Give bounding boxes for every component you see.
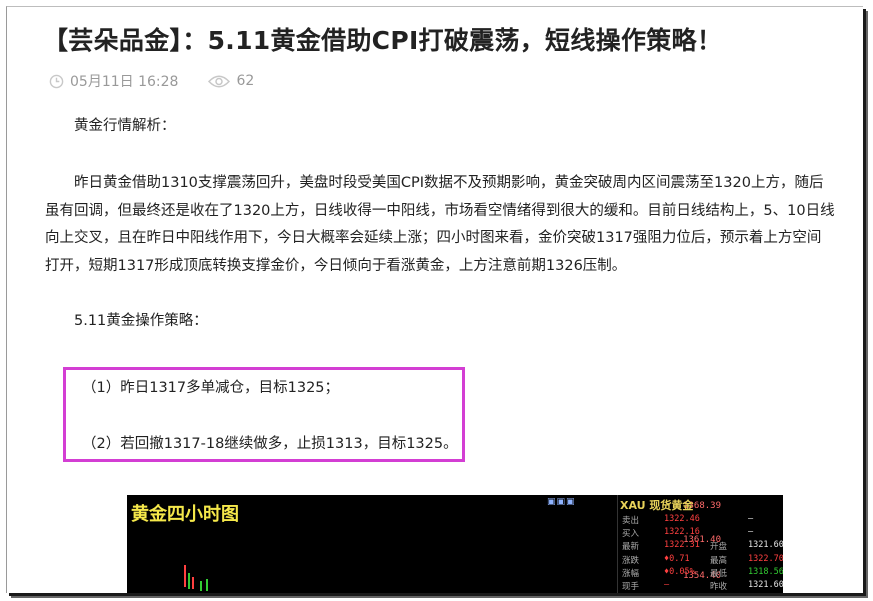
strategy-item-2: （2）若回撤1317-18继续做多，止损1313，目标1325。 <box>82 436 458 452</box>
quote-row-extra-value: 1318.56 <box>748 566 783 577</box>
candle <box>188 573 190 589</box>
quote-row-label: 涨跌 <box>622 555 640 566</box>
quote-row-value: ♦0.05% <box>664 566 695 577</box>
quote-row-value: 1322.46 <box>664 514 700 524</box>
quote-row-extra-label: 昨收 <box>710 582 728 592</box>
publish-date: 05月11日 16:28 <box>70 74 179 90</box>
article-title: 【芸朵品金】：5.11黄金借助CPI打破震荡，短线操作策略！ <box>43 26 723 55</box>
quote-row-extra-value: 1322.70 <box>748 553 783 564</box>
strategy-heading: 5.11黄金操作策略： <box>74 313 208 329</box>
quote-row-label: 最新 <box>622 542 640 553</box>
quote-row-value: 1322.31 <box>664 540 700 551</box>
clock-icon <box>49 74 64 88</box>
chart-title: 黄金四小时图 <box>131 504 239 525</box>
quote-row-extra-value: – <box>748 527 754 538</box>
quote-row-extra-label: 最高 <box>710 555 728 566</box>
quote-row-label: 现手 <box>622 582 640 592</box>
view-count: 62 <box>236 73 255 89</box>
article-frame: 【芸朵品金】：5.11黄金借助CPI打破震荡，短线操作策略！ 05月11日 16… <box>6 6 863 593</box>
quote-row-extra-label: 最低 <box>710 568 728 579</box>
quote-panel: XAU 现货黄金 卖出 1322.46 – 买入 1322.16 – 最新 1322.31 开盘… <box>617 495 783 593</box>
quote-row-value: – <box>664 580 670 590</box>
candle <box>200 581 202 591</box>
strategy-highlight-box: （1）昨日1317多单减仓，目标1325； （2）若回撤1317-18继续做多，… <box>63 367 465 462</box>
panel-header: XAU 现货黄金 <box>620 499 694 512</box>
quote-row-value: 1322.16 <box>664 527 700 538</box>
date-meta: 05月11日 16:28 <box>49 71 178 91</box>
quote-row-label: 买入 <box>622 529 640 540</box>
candle <box>206 579 208 591</box>
analysis-paragraph: 昨日黄金借助1310支撑震荡回升，美盘时段受美国CPI数据不及预期影响，黄金突破… <box>45 175 835 274</box>
chart-toolbar-icons: ▣▣▣ <box>547 497 576 507</box>
quote-row-label: 卖出 <box>622 516 640 526</box>
quote-row-extra-label: 开盘 <box>710 542 728 553</box>
section-heading: 黄金行情解析： <box>74 118 176 134</box>
quote-row-label: 涨幅 <box>622 568 640 579</box>
candle <box>184 565 186 587</box>
views-meta: 62 <box>208 73 254 89</box>
gold-4h-chart-image: 黄金四小时图 ▣▣▣ 1368.39 1361.40 1354.40 XAU 现… <box>127 495 783 593</box>
quote-row-extra-value: 1321.60 <box>748 540 783 551</box>
quote-row-extra-value: 1321.60 <box>748 580 783 590</box>
eye-icon <box>208 75 231 87</box>
quote-row-value: ♦0.71 <box>664 553 690 564</box>
article-meta: 05月11日 16:28 62 <box>49 71 284 91</box>
strategy-item-1: （1）昨日1317多单减仓，目标1325； <box>82 380 340 396</box>
quote-row-extra-value: – <box>748 514 754 524</box>
candle <box>192 577 194 589</box>
